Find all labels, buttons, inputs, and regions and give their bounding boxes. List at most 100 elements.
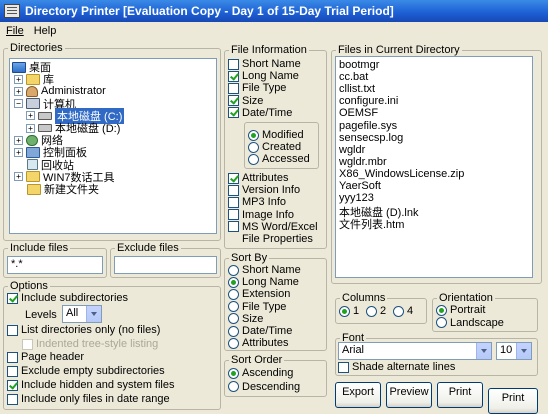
file-list-item[interactable]: cc.bat xyxy=(339,71,368,83)
columns-radio-2[interactable]: 4 xyxy=(393,305,413,317)
collapse-icon[interactable]: − xyxy=(14,99,23,109)
orientation-radio-radio[interactable] xyxy=(436,317,447,328)
expand-icon[interactable]: + xyxy=(26,123,35,133)
levels-select[interactable]: All xyxy=(62,305,102,323)
sort-order-radio-radio[interactable] xyxy=(228,367,239,379)
file-list-item[interactable]: wgldr xyxy=(339,144,365,156)
font-name-dropdown-arrow-icon[interactable] xyxy=(476,343,491,359)
orientation-radio-0[interactable]: Portrait xyxy=(436,304,485,316)
date-range-checkbox[interactable]: Include only files in date range xyxy=(7,393,170,405)
file-info-checkbox-extra-4[interactable]: MS Word/Excel xyxy=(228,221,318,233)
file-list-item[interactable]: 文件列表.htm xyxy=(339,216,404,232)
page-header-checkbox[interactable]: Page header xyxy=(7,351,84,363)
columns-radio[interactable] xyxy=(366,305,377,317)
include-hidden-checkbox[interactable]: Include hidden and system files xyxy=(7,379,174,391)
include-subdirectories-checkbox[interactable]: Include subdirectories xyxy=(7,292,128,304)
sort-order-radio-0[interactable]: Ascending xyxy=(228,367,293,379)
expand-icon[interactable]: + xyxy=(14,135,23,145)
file-list-item[interactable]: pagefile.sys xyxy=(339,120,397,132)
tree-item[interactable]: 新建文件夹 xyxy=(14,183,99,196)
exclude-files-input[interactable] xyxy=(114,256,217,274)
preview-button[interactable]: Preview xyxy=(386,382,432,408)
page-header-box[interactable] xyxy=(7,351,18,363)
file-info-checkbox-extra-box[interactable] xyxy=(228,221,239,233)
file-list-item[interactable]: YaerSoft xyxy=(339,180,381,192)
list-dirs-only-checkbox[interactable]: List directories only (no files) xyxy=(7,324,160,336)
file-info-checkbox-box[interactable] xyxy=(228,107,239,119)
menu-help[interactable]: Help xyxy=(34,25,57,37)
file-list[interactable]: bootmgr cc.bat cllist.txt configure.ini OEMS… xyxy=(335,56,533,278)
shade-alternate-box[interactable] xyxy=(338,361,349,373)
sort-by-radio-radio[interactable] xyxy=(228,337,239,349)
file-info-checkbox-box[interactable] xyxy=(228,95,239,107)
file-info-checkbox-extra-box[interactable] xyxy=(228,172,239,184)
columns-radio-0[interactable]: 1 xyxy=(339,305,359,317)
file-info-checkbox-extra-box[interactable] xyxy=(228,209,239,221)
columns-radio[interactable] xyxy=(339,305,350,317)
date-option-radio-radio[interactable] xyxy=(248,129,259,141)
exclude-empty-box[interactable] xyxy=(7,365,18,377)
columns-radio[interactable] xyxy=(393,305,404,317)
date-option-radio-0[interactable]: Modified xyxy=(248,129,304,141)
columns-radio-1[interactable]: 2 xyxy=(366,305,386,317)
file-info-checkbox-extra-3[interactable]: Image Info xyxy=(228,209,294,221)
sort-by-radio-5[interactable]: Date/Time xyxy=(228,325,292,337)
file-list-item[interactable]: bootmgr xyxy=(339,59,379,71)
indented-tree-checkbox[interactable]: Indented tree-style listing xyxy=(22,338,158,350)
levels-dropdown-arrow-icon[interactable] xyxy=(86,306,101,322)
sort-by-radio-2[interactable]: Extension xyxy=(228,288,290,300)
file-list-item[interactable]: wgldr.mbr xyxy=(339,156,387,168)
sort-by-radio-radio[interactable] xyxy=(228,313,239,325)
file-info-checkbox-extra-0[interactable]: Attributes xyxy=(228,172,288,184)
sort-by-radio-radio[interactable] xyxy=(228,276,239,288)
include-files-input[interactable]: *.* xyxy=(7,256,103,274)
orientation-radio-1[interactable]: Landscape xyxy=(436,317,504,329)
sort-order-radio-radio[interactable] xyxy=(228,381,239,392)
exclude-empty-checkbox[interactable]: Exclude empty subdirectories xyxy=(7,365,165,377)
indented-tree-box[interactable] xyxy=(22,338,33,350)
file-info-checkbox-extra-2[interactable]: MP3 Info xyxy=(228,196,286,208)
tree-item[interactable]: + 库 xyxy=(14,73,54,86)
sort-by-radio-radio[interactable] xyxy=(228,301,239,313)
menu-file[interactable]: File xyxy=(6,25,24,37)
file-info-checkbox-extra-box[interactable] xyxy=(228,184,239,196)
sort-by-radio-3[interactable]: File Type xyxy=(228,301,286,313)
orientation-radio-radio[interactable] xyxy=(436,304,447,316)
sort-by-radio-radio[interactable] xyxy=(228,264,239,276)
date-option-radio-2[interactable]: Accessed xyxy=(248,153,310,165)
file-list-item[interactable]: X86_WindowsLicense.zip xyxy=(339,168,464,180)
date-option-radio-radio[interactable] xyxy=(248,141,259,153)
file-list-item[interactable]: configure.ini xyxy=(339,95,398,107)
file-list-item[interactable]: OEMSF xyxy=(339,107,378,119)
expand-icon[interactable]: + xyxy=(26,111,35,121)
file-list-item[interactable]: yyy123 xyxy=(339,192,374,204)
expand-icon[interactable]: + xyxy=(14,74,23,84)
print-button-2[interactable]: Print xyxy=(488,388,538,414)
include-hidden-box[interactable] xyxy=(7,379,18,391)
file-info-checkbox-box[interactable] xyxy=(228,70,239,82)
expand-icon[interactable]: + xyxy=(14,172,23,182)
include-subdirectories-box[interactable] xyxy=(7,292,18,304)
sort-by-radio-1[interactable]: Long Name xyxy=(228,276,299,288)
date-option-radio-1[interactable]: Created xyxy=(248,141,301,153)
file-info-checkbox-box[interactable] xyxy=(228,58,239,70)
export-button[interactable]: Export xyxy=(335,382,381,408)
file-info-checkbox-0[interactable]: Short Name xyxy=(228,58,301,70)
list-dirs-only-box[interactable] xyxy=(7,324,18,336)
file-info-checkbox-box[interactable] xyxy=(228,82,239,94)
file-info-checkbox-extra-box[interactable] xyxy=(228,196,239,208)
directory-tree[interactable]: 桌面 + 库 + Administrator − 计算机 + 本地磁盘 (C:) + 本地磁盘 (D… xyxy=(9,58,217,234)
file-info-checkbox-4[interactable]: Date/Time xyxy=(228,107,292,119)
shade-alternate-checkbox[interactable]: Shade alternate lines xyxy=(338,361,455,373)
sort-by-radio-radio[interactable] xyxy=(228,325,239,337)
file-list-item[interactable]: sensecsp.log xyxy=(339,132,403,144)
sort-by-radio-radio[interactable] xyxy=(228,288,239,300)
expand-icon[interactable]: + xyxy=(14,86,23,96)
file-info-checkbox-2[interactable]: File Type xyxy=(228,82,286,94)
sort-by-radio-0[interactable]: Short Name xyxy=(228,264,301,276)
file-list-item[interactable]: cllist.txt xyxy=(339,83,375,95)
file-info-checkbox-3[interactable]: Size xyxy=(228,95,263,107)
title-bar[interactable]: Directory Printer [Evaluation Copy - Day… xyxy=(0,0,548,22)
font-size-dropdown-arrow-icon[interactable] xyxy=(516,343,531,359)
print-button-1[interactable]: Print xyxy=(437,382,483,408)
